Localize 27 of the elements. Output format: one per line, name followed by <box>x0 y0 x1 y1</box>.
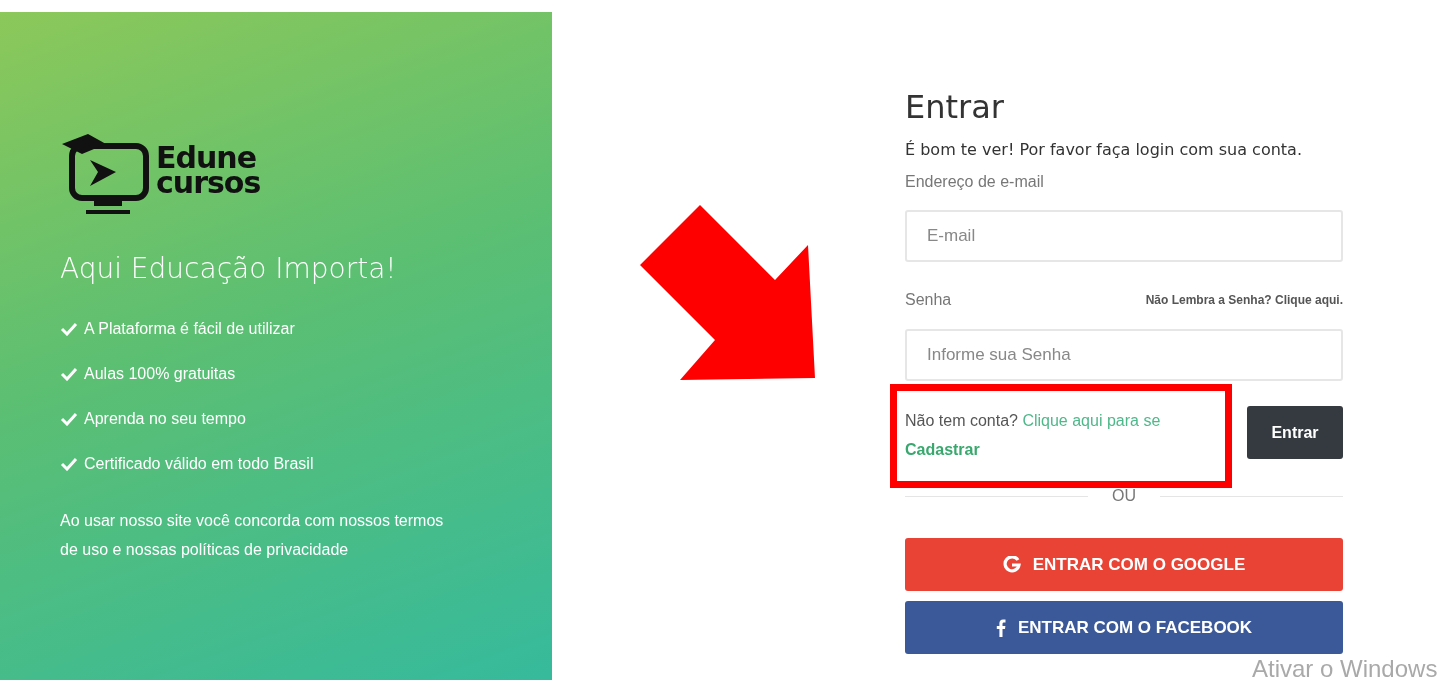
facebook-login-button[interactable]: ENTRAR COM O FACEBOOK <box>905 601 1343 654</box>
forgot-password-link[interactable]: Não Lembra a Senha? Clique aqui. <box>1145 291 1343 309</box>
check-icon <box>60 366 78 381</box>
terms-text: Ao usar nosso site você concorda com nossos termos de uso e nossas políticas de privacidade <box>60 511 445 560</box>
logo-text: cursos <box>156 170 261 196</box>
password-field[interactable]: Informe sua Senha <box>905 329 1343 381</box>
feature-text: A Plataforma é fácil de utilizar <box>84 318 295 339</box>
google-icon <box>1002 555 1021 574</box>
facebook-icon <box>995 618 1006 637</box>
email-field[interactable]: E-mail <box>905 210 1343 262</box>
login-title: Entrar <box>905 88 1005 126</box>
logo-text: Edune <box>156 144 258 170</box>
tagline: Aqui Educação Importa! <box>60 251 398 287</box>
or-divider-text: OU <box>1112 486 1136 506</box>
windows-activation-text: Ativar o Windows <box>1252 655 1438 680</box>
signup-prompt: Não tem conta? Clique aqui para se Cadastrar <box>905 411 1162 460</box>
check-icon <box>60 456 78 471</box>
feature-text: Aprenda no seu tempo <box>84 408 246 429</box>
login-button[interactable]: Entrar <box>1247 406 1343 459</box>
check-icon <box>60 411 78 426</box>
feature-text: Certificado válido em todo Brasil <box>84 453 314 474</box>
feature-text: Aulas 100% gratuitas <box>84 363 236 384</box>
google-login-button[interactable]: ENTRAR COM O GOOGLE <box>905 538 1343 591</box>
check-icon <box>60 321 78 336</box>
login-subtitle: É bom te ver! Por favor faça login com sua conta. <box>905 139 1303 161</box>
email-label: Endereço de e-mail <box>905 172 1045 192</box>
password-label: Senha <box>905 290 952 310</box>
